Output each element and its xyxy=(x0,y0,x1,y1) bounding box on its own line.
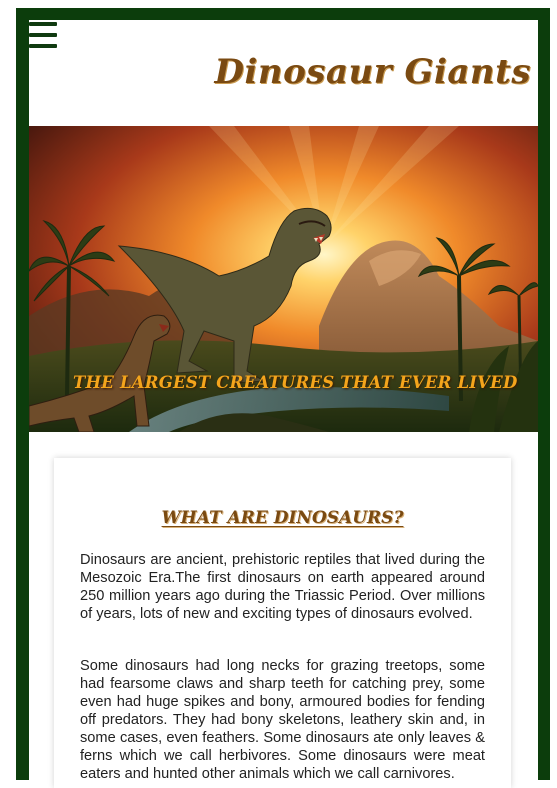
hero-tagline: THE LARGEST CREATURES THAT EVER LIVED xyxy=(73,373,518,392)
features-paragraph: Some dinosaurs had long necks for grazin… xyxy=(80,658,485,782)
hamburger-menu-icon[interactable] xyxy=(29,22,57,48)
section-heading: WHAT ARE DINOSAURS? xyxy=(161,508,404,528)
page-top-strip xyxy=(0,0,557,8)
hero-banner: THE LARGEST CREATURES THAT EVER LIVED xyxy=(29,126,538,432)
intro-paragraph: Dinosaurs are ancient, prehistoric repti… xyxy=(80,552,485,622)
content-card: WHAT ARE DINOSAURS? Dinosaurs are ancien… xyxy=(54,458,511,788)
site-title[interactable]: Dinosaur Giants xyxy=(215,52,532,92)
